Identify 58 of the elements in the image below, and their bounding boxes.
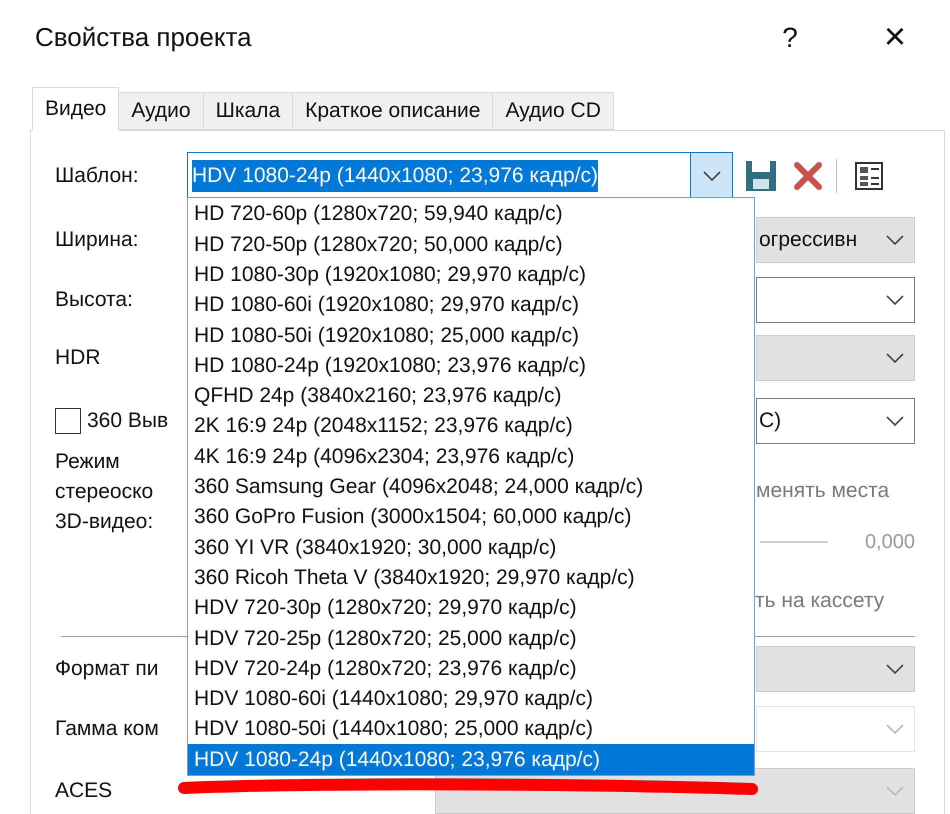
close-button[interactable]: × <box>870 9 920 66</box>
dropdown-item[interactable]: HD 1080-60i (1920x1080; 29,970 кадр/с) <box>188 290 754 320</box>
dropdown-item[interactable]: HD 1080-30p (1920x1080; 29,970 кадр/с) <box>188 260 754 290</box>
dropdown-item[interactable]: QFHD 24p (3840x2160; 23,976 кадр/с) <box>188 380 754 412</box>
chevron-icon <box>886 664 904 674</box>
chevron-icon <box>886 416 904 426</box>
slider-reading: 0,000 <box>864 530 915 554</box>
dropdown-item[interactable]: 360 YI VR (3840x1920; 30,000 кадр/с) <box>188 532 754 563</box>
dropdown-item[interactable]: HD 1080-24p (1920x1080; 23,976 кадр/с) <box>188 350 754 381</box>
dropdown-field[interactable] <box>756 335 915 381</box>
window-title: Свойства проекта <box>35 21 252 54</box>
field-label: стереоско <box>55 479 154 505</box>
dropdown-item[interactable]: 4K 16:9 24p (4096x2304; 23,976 кадр/с) <box>188 441 754 472</box>
properties-icon[interactable] <box>853 160 885 192</box>
dropdown-item[interactable]: 360 GoPro Fusion (3000x1504; 60,000 кадр/с) <box>188 502 754 532</box>
field-label: Режим <box>55 449 121 475</box>
save-icon[interactable] <box>744 159 778 193</box>
dropdown-field[interactable]: огрессивн <box>756 217 915 263</box>
delete-icon[interactable] <box>794 162 822 190</box>
tab[interactable]: Шкала <box>202 92 294 130</box>
chevron-icon <box>886 724 904 734</box>
tape-label: ть на кассету <box>755 588 886 614</box>
field-label: 3D-видео: <box>55 509 154 535</box>
dropdown-item[interactable]: HD 1080-50i (1920x1080; 25,000 кадр/с) <box>188 320 754 350</box>
swap-label: менять места <box>756 478 890 504</box>
tab[interactable]: Аудио CD <box>492 92 614 130</box>
dropdown-item[interactable]: HDV 720-25p (1280x720; 25,000 кадр/с) <box>188 623 754 654</box>
dropdown-item[interactable]: 360 Ricoh Theta V (3840x1920; 29,970 кадр/с) <box>188 562 754 593</box>
field-label: Ширина: <box>55 227 138 254</box>
dropdown-field[interactable] <box>756 277 915 323</box>
tab[interactable]: Аудио <box>118 92 204 130</box>
field-label: Формат пи <box>55 656 159 682</box>
field-label: HDR <box>55 345 100 372</box>
field-label: Шаблон: <box>55 163 140 190</box>
dropdown-item[interactable]: HDV 1080-24p (1440x1080; 23,976 кадр/с) <box>188 744 754 775</box>
dropdown-item[interactable]: 2K 16:9 24p (2048x1152; 23,976 кадр/с) <box>188 411 754 442</box>
field-label: ACES <box>55 778 112 804</box>
checkbox-label: 360 Выв <box>87 408 168 434</box>
dropdown-field[interactable]: С) <box>756 398 915 444</box>
field-label: Гамма ком <box>55 716 159 742</box>
dropdown-item[interactable]: HD 720-60p (1280x720; 59,940 кадр/с) <box>188 199 754 230</box>
dropdown-item[interactable]: HDV 1080-60i (1440x1080; 29,970 кадр/с) <box>188 684 754 714</box>
tab[interactable]: Краткое описание <box>292 92 494 130</box>
dropdown-item[interactable]: HDV 720-30p (1280x720; 29,970 кадр/с) <box>188 592 754 624</box>
chevron-icon <box>886 295 904 305</box>
dropdown-item[interactable]: HDV 720-24p (1280x720; 23,976 кадр/с) <box>188 653 754 684</box>
chevron-icon <box>886 353 904 363</box>
field-label: Высота: <box>55 287 133 314</box>
dropdown-item[interactable]: 360 Samsung Gear (4096x2048; 24,000 кадр/с) <box>188 472 754 502</box>
chevron-icon <box>886 786 904 796</box>
chevron-icon <box>886 235 904 245</box>
tab[interactable]: Видео <box>32 87 120 131</box>
checkbox[interactable] <box>55 408 81 434</box>
dropdown-item[interactable]: HDV 1080-50i (1440x1080; 25,000 кадр/с) <box>188 714 754 744</box>
help-button[interactable]: ? <box>770 16 810 58</box>
dropdown-field[interactable] <box>756 646 915 692</box>
chevron-icon <box>702 171 720 181</box>
dropdown-item[interactable]: HD 720-50p (1280x720; 50,000 кадр/с) <box>188 229 754 260</box>
